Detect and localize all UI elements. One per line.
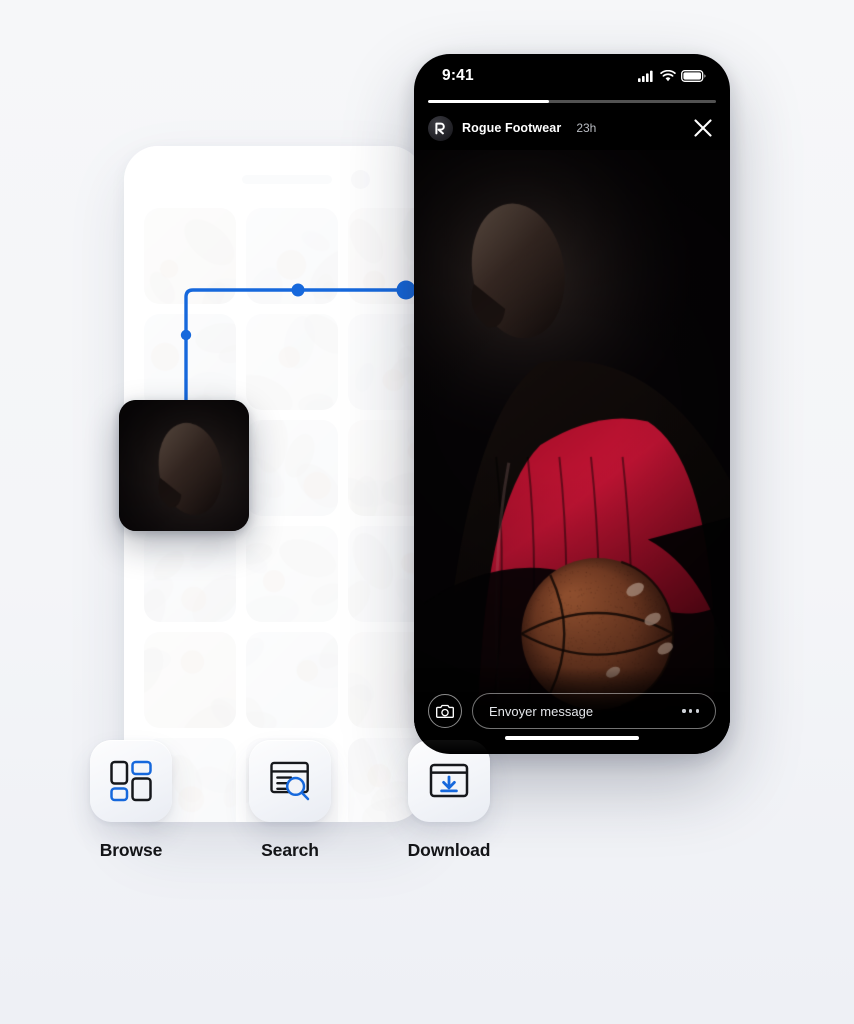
- profile-avatar-icon[interactable]: [351, 170, 370, 189]
- story-progress-bar: [428, 100, 716, 103]
- story-progress-fill: [428, 100, 549, 103]
- grid-photo-cell[interactable]: [348, 526, 424, 622]
- grid-photo-image: [246, 632, 338, 728]
- feature-download[interactable]: Download: [408, 740, 519, 861]
- grid-photo-image: [144, 208, 236, 304]
- browse-phone-topbar: [124, 146, 424, 208]
- grid-photo-image: [246, 314, 338, 410]
- feature-browse[interactable]: Browse: [90, 740, 201, 861]
- dragged-photo-thumbnail[interactable]: [119, 400, 249, 531]
- message-input[interactable]: Envoyer message: [472, 693, 716, 729]
- grid-photo-cell[interactable]: [246, 632, 338, 728]
- grid-photo-image: [348, 420, 424, 516]
- wifi-icon: [660, 70, 676, 82]
- grid-photo-cell[interactable]: [246, 208, 338, 304]
- grid-photo-image: [348, 314, 424, 410]
- browse-icon-card[interactable]: [90, 740, 172, 822]
- download-window-icon: [429, 763, 469, 798]
- story-footer: Envoyer message: [414, 668, 730, 754]
- status-bar-indicators: [638, 70, 706, 82]
- grid-photo-image: [144, 632, 236, 728]
- browse-search-bar[interactable]: [242, 175, 332, 184]
- grid-photo-image: [348, 526, 424, 622]
- grid-photo-cell[interactable]: [144, 314, 236, 410]
- story-photo[interactable]: [414, 150, 730, 740]
- grid-photo-image: [246, 208, 338, 304]
- rogue-footwear-logo-icon[interactable]: [428, 115, 453, 141]
- status-bar: 9:41: [414, 54, 730, 98]
- grid-photo-cell[interactable]: [348, 208, 424, 304]
- more-options-icon[interactable]: [682, 709, 699, 713]
- grid-photo-cell[interactable]: [246, 420, 338, 516]
- browse-grid-icon: [110, 760, 152, 802]
- grid-photo-image: [348, 208, 424, 304]
- feature-download-label: Download: [407, 840, 491, 860]
- home-indicator: [505, 735, 639, 740]
- grid-photo-cell[interactable]: [144, 526, 236, 622]
- grid-photo-image: [246, 526, 338, 622]
- message-placeholder: Envoyer message: [489, 703, 594, 719]
- grid-photo-cell[interactable]: [246, 526, 338, 622]
- dragged-photo-image: [119, 400, 249, 531]
- story-timestamp: 23h: [576, 121, 597, 135]
- grid-photo-cell[interactable]: [144, 208, 236, 304]
- story-header: Rogue Footwear 23h: [414, 106, 730, 150]
- grid-photo-cell[interactable]: [144, 632, 236, 728]
- grid-photo-image: [144, 526, 236, 622]
- camera-icon[interactable]: [428, 694, 462, 728]
- grid-photo-cell[interactable]: [246, 314, 338, 410]
- grid-photo-cell[interactable]: [348, 632, 424, 728]
- battery-icon: [681, 70, 706, 82]
- close-icon[interactable]: [690, 115, 716, 141]
- story-phone: 9:41 Rogue Footwear 23h Envoyer message: [414, 54, 730, 754]
- grid-photo-image: [348, 632, 424, 728]
- grid-photo-image: [246, 420, 338, 516]
- story-account-name[interactable]: Rogue Footwear: [462, 121, 561, 135]
- grid-photo-cell[interactable]: [348, 314, 424, 410]
- status-bar-time: 9:41: [442, 67, 474, 84]
- story-photo-image: [414, 150, 730, 740]
- feature-search[interactable]: Search: [249, 740, 360, 861]
- search-icon-card[interactable]: [249, 740, 331, 822]
- grid-photo-image: [144, 314, 236, 410]
- grid-photo-cell[interactable]: [348, 420, 424, 516]
- feature-browse-label: Browse: [99, 840, 163, 860]
- signal-bars-icon: [638, 70, 653, 82]
- feature-search-label: Search: [261, 840, 319, 860]
- poster-stage: 9:41 Rogue Footwear 23h Envoyer message …: [0, 0, 854, 1024]
- document-search-icon: [270, 761, 310, 801]
